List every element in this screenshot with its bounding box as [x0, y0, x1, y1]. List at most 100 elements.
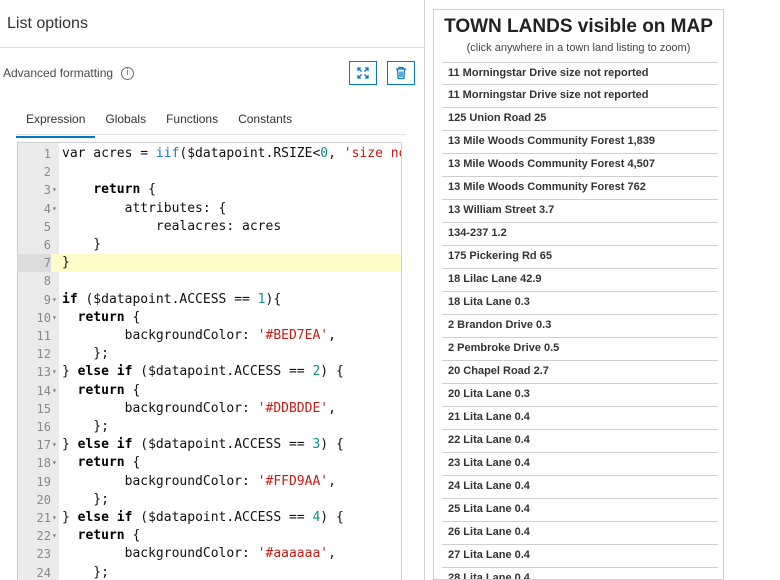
list-item[interactable]: 22 Lita Lane 0.4	[442, 430, 718, 453]
code-line[interactable]: 13 ▾} else if ($datapoint.ACCESS == 2) {	[18, 363, 401, 381]
code-editor[interactable]: 1 var acres = iif($datapoint.RSIZE<0, 'si…	[17, 142, 402, 580]
code-line[interactable]: 6 }	[18, 236, 401, 254]
fold-arrow-icon[interactable]: ▾	[52, 181, 57, 199]
code-line[interactable]: 14 ▾ return {	[18, 382, 401, 400]
code-line[interactable]: 16 };	[18, 418, 401, 436]
code-line[interactable]: 3 ▾ return {	[18, 181, 401, 199]
code-line[interactable]: 24 };	[18, 564, 401, 580]
line-number: 8	[43, 274, 51, 289]
code-text: return {	[77, 309, 141, 325]
fold-arrow-icon[interactable]: ▾	[52, 382, 57, 400]
info-icon[interactable]: i	[121, 66, 135, 80]
code-text: };	[62, 346, 109, 362]
panel-title: List options	[7, 15, 88, 32]
fold-arrow-icon[interactable]: ▾	[52, 200, 57, 218]
line-number: 12	[36, 347, 51, 362]
code-line[interactable]: 21 ▾} else if ($datapoint.ACCESS == 4) {	[18, 509, 401, 527]
code-line[interactable]: 11 backgroundColor: '#BED7EA',	[18, 327, 401, 345]
list-item[interactable]: 21 Lita Lane 0.4	[442, 407, 718, 430]
list-item[interactable]: 20 Chapel Road 2.7	[442, 361, 718, 384]
line-number: 23	[36, 547, 51, 562]
town-lands-panel: TOWN LANDS visible on MAP (click anywher…	[433, 9, 724, 580]
code-line[interactable]: 1 var acres = iif($datapoint.RSIZE<0, 'si…	[18, 145, 401, 163]
code-line[interactable]: 4 ▾ attributes: {	[18, 200, 401, 218]
code-line[interactable]: 2	[18, 163, 401, 181]
list-item[interactable]: 28 Lita Lane 0.4	[442, 568, 718, 579]
code-line[interactable]: 9 ▾ if ($datapoint.ACCESS == 1){	[18, 291, 401, 309]
line-number: 5	[43, 219, 51, 234]
code-line[interactable]: 20 };	[18, 491, 401, 509]
town-lands-subtitle: (click anywhere in a town land listing t…	[466, 42, 691, 54]
list-item[interactable]: 125 Union Road 25	[442, 108, 718, 131]
line-number: 9	[43, 292, 51, 307]
list-item[interactable]: 13 Mile Woods Community Forest 4,507	[442, 154, 718, 177]
code-line[interactable]: 10 ▾ return {	[18, 309, 401, 327]
line-number: 4	[43, 201, 51, 216]
code-line[interactable]: 15 backgroundColor: '#DDBDDE',	[18, 400, 401, 418]
tabs-divider	[16, 134, 406, 135]
list-item[interactable]: 26 Lita Lane 0.4	[442, 522, 718, 545]
fold-arrow-icon[interactable]: ▾	[52, 309, 57, 327]
town-lands-title: TOWN LANDS visible on MAP	[444, 16, 713, 37]
code-line[interactable]: 8	[18, 272, 401, 290]
list-options-panel: List options Advanced formatting i Expre…	[0, 0, 425, 580]
expand-button[interactable]	[349, 61, 377, 85]
list-item[interactable]: 27 Lita Lane 0.4	[442, 545, 718, 568]
list-item[interactable]: 11 Morningstar Drive size not reported	[442, 62, 718, 85]
line-number: 11	[36, 329, 51, 343]
code-line[interactable]: 7}	[18, 254, 401, 273]
list-item[interactable]: 11 Morningstar Drive size not reported	[442, 85, 718, 108]
line-number: 14	[36, 383, 51, 398]
line-number: 6	[43, 238, 51, 252]
code-line[interactable]: 17 ▾} else if ($datapoint.ACCESS == 3) {	[18, 436, 401, 454]
list-item[interactable]: 18 Lita Lane 0.3	[442, 292, 718, 315]
list-item[interactable]: 2 Brandon Drive 0.3	[442, 315, 718, 338]
town-lands-list: 11 Morningstar Drive size not reported 11…	[442, 62, 718, 579]
code-line[interactable]: 22 ▾ return {	[18, 527, 401, 545]
fold-arrow-icon[interactable]: ▾	[52, 509, 57, 527]
line-number: 20	[36, 492, 51, 507]
fold-arrow-icon[interactable]: ▾	[52, 527, 57, 545]
code-line[interactable]: 18 ▾ return {	[18, 454, 401, 472]
line-number: 18	[36, 456, 51, 471]
line-number: 10	[36, 310, 51, 325]
code-text: backgroundColor: '#FFD9AA',	[62, 473, 336, 489]
line-number: 1	[43, 147, 51, 161]
list-item[interactable]: 2 Pembroke Drive 0.5	[442, 338, 718, 361]
code-text: }	[62, 237, 102, 252]
list-item[interactable]: 13 William Street 3.7	[442, 200, 718, 223]
trash-icon	[396, 66, 406, 80]
list-item[interactable]: 25 Lita Lane 0.4	[442, 499, 718, 522]
code-text: } else if ($datapoint.ACCESS == 2) {	[62, 364, 344, 380]
code-text: return {	[77, 528, 141, 544]
fold-arrow-icon[interactable]: ▾	[52, 363, 57, 381]
list-item[interactable]: 13 Mile Woods Community Forest 762	[442, 177, 718, 200]
code-text: return {	[77, 455, 141, 471]
code-text: return {	[93, 182, 156, 198]
code-line[interactable]: 19 backgroundColor: '#FFD9AA',	[18, 473, 401, 491]
code-line[interactable]: 23 backgroundColor: '#aaaaaa',	[18, 545, 401, 563]
list-item[interactable]: 20 Lita Lane 0.3	[442, 384, 718, 407]
fold-arrow-icon[interactable]: ▾	[52, 436, 57, 454]
line-number: 7	[18, 254, 51, 273]
code-text: backgroundColor: '#aaaaaa',	[62, 546, 336, 562]
line-number: 21	[36, 511, 51, 525]
list-item[interactable]: 23 Lita Lane 0.4	[442, 453, 718, 476]
list-item[interactable]: 13 Mile Woods Community Forest 1,839	[442, 131, 718, 154]
code-text: if ($datapoint.ACCESS == 1){	[62, 291, 282, 307]
list-item[interactable]: 24 Lita Lane 0.4	[442, 476, 718, 499]
fold-arrow-icon[interactable]: ▾	[52, 291, 57, 309]
list-item[interactable]: 18 Lilac Lane 42.9	[442, 269, 718, 292]
line-number: 3	[43, 183, 51, 198]
line-number: 15	[36, 401, 51, 416]
line-number: 24	[36, 565, 51, 580]
code-line[interactable]: 5 realacres: acres	[18, 218, 401, 236]
code-line[interactable]: 12 };	[18, 345, 401, 363]
delete-button[interactable]	[387, 61, 415, 85]
list-item[interactable]: 134-237 1.2	[442, 223, 718, 246]
list-item[interactable]: 175 Pickering Rd 65	[442, 246, 718, 269]
line-number: 16	[36, 420, 51, 434]
code-text: }	[62, 255, 70, 271]
fold-arrow-icon[interactable]: ▾	[52, 454, 57, 472]
code-text: return {	[77, 382, 141, 398]
